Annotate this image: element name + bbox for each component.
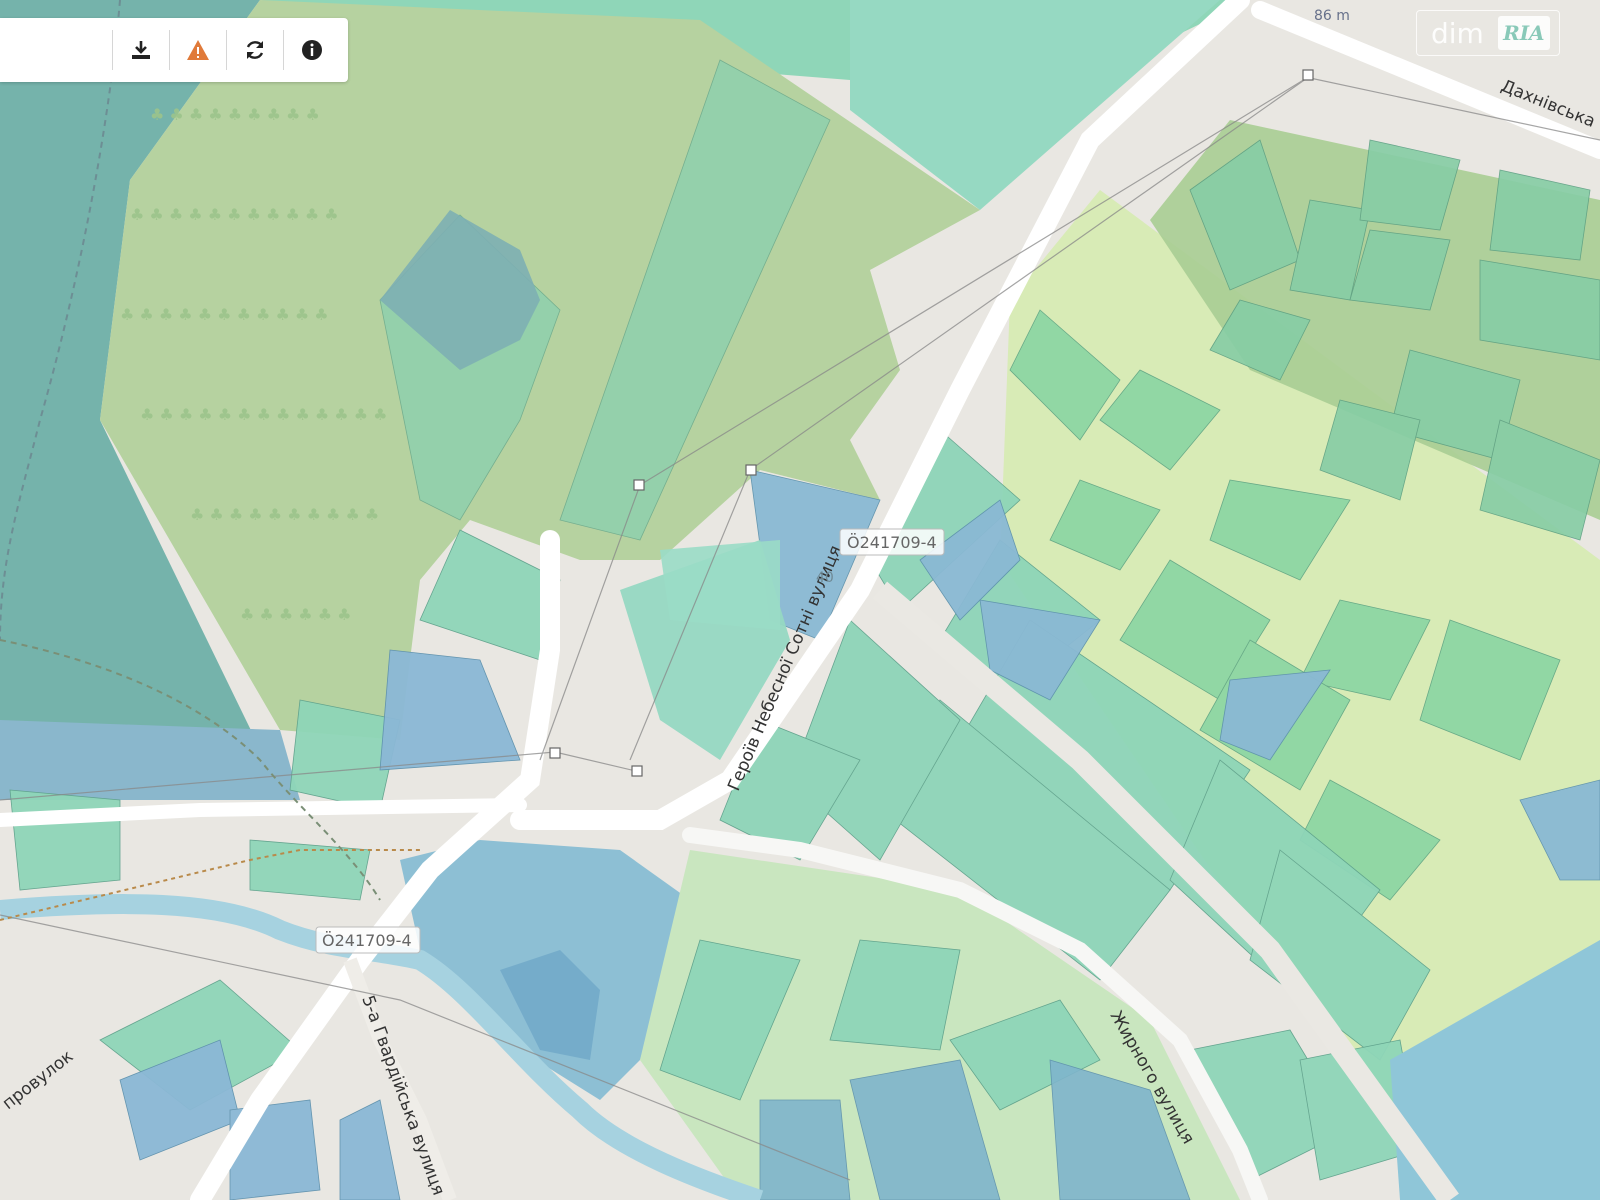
svg-text:♣ ♣ ♣ ♣ ♣ ♣: ♣ ♣ ♣ ♣ ♣ ♣ bbox=[240, 605, 352, 624]
parcel-area bbox=[660, 540, 780, 630]
cadastral-label-text: Ö241709-4 bbox=[322, 931, 412, 950]
download-button[interactable] bbox=[112, 30, 169, 70]
info-button[interactable] bbox=[283, 30, 340, 70]
warning-icon bbox=[187, 40, 209, 60]
refresh-icon bbox=[246, 41, 264, 59]
logo-badge: RIA bbox=[1497, 16, 1550, 50]
download-icon bbox=[132, 41, 150, 59]
house-number: 40 bbox=[816, 570, 834, 586]
svg-text:♣ ♣ ♣ ♣ ♣ ♣ ♣ ♣ ♣ ♣ ♣: ♣ ♣ ♣ ♣ ♣ ♣ ♣ ♣ ♣ ♣ ♣ bbox=[130, 205, 339, 224]
dim-ria-logo: dim RIA bbox=[1416, 10, 1560, 56]
parcel-area bbox=[0, 720, 300, 800]
cadastral-label[interactable]: Ö241709-4 bbox=[315, 926, 421, 954]
cadastral-label-text: Ö241709-4 bbox=[847, 533, 937, 552]
map-toolbar bbox=[0, 18, 348, 82]
elevation-label: 86 m bbox=[1314, 8, 1350, 24]
cadastral-label[interactable]: Ö241709-4 bbox=[839, 528, 945, 556]
logo-text: dim bbox=[1431, 16, 1484, 50]
svg-text:♣ ♣ ♣ ♣ ♣ ♣ ♣ ♣ ♣ ♣: ♣ ♣ ♣ ♣ ♣ ♣ ♣ ♣ ♣ ♣ bbox=[190, 505, 379, 524]
report-problem-button[interactable] bbox=[169, 30, 226, 70]
map-canvas[interactable]: ♣ ♣ ♣ ♣ ♣ ♣ ♣ ♣ ♣ ♣ ♣ ♣ ♣ ♣ ♣ ♣ ♣ ♣ ♣ ♣ … bbox=[0, 0, 1600, 1200]
svg-text:♣ ♣ ♣ ♣ ♣ ♣ ♣ ♣ ♣: ♣ ♣ ♣ ♣ ♣ ♣ ♣ ♣ ♣ bbox=[150, 105, 320, 124]
refresh-button[interactable] bbox=[226, 30, 283, 70]
info-icon bbox=[302, 40, 322, 60]
svg-text:♣ ♣ ♣ ♣ ♣ ♣ ♣ ♣ ♣ ♣ ♣: ♣ ♣ ♣ ♣ ♣ ♣ ♣ ♣ ♣ ♣ ♣ bbox=[120, 305, 329, 324]
svg-text:♣ ♣ ♣ ♣ ♣ ♣ ♣ ♣ ♣ ♣ ♣ ♣ ♣: ♣ ♣ ♣ ♣ ♣ ♣ ♣ ♣ ♣ ♣ ♣ ♣ ♣ bbox=[140, 405, 388, 424]
